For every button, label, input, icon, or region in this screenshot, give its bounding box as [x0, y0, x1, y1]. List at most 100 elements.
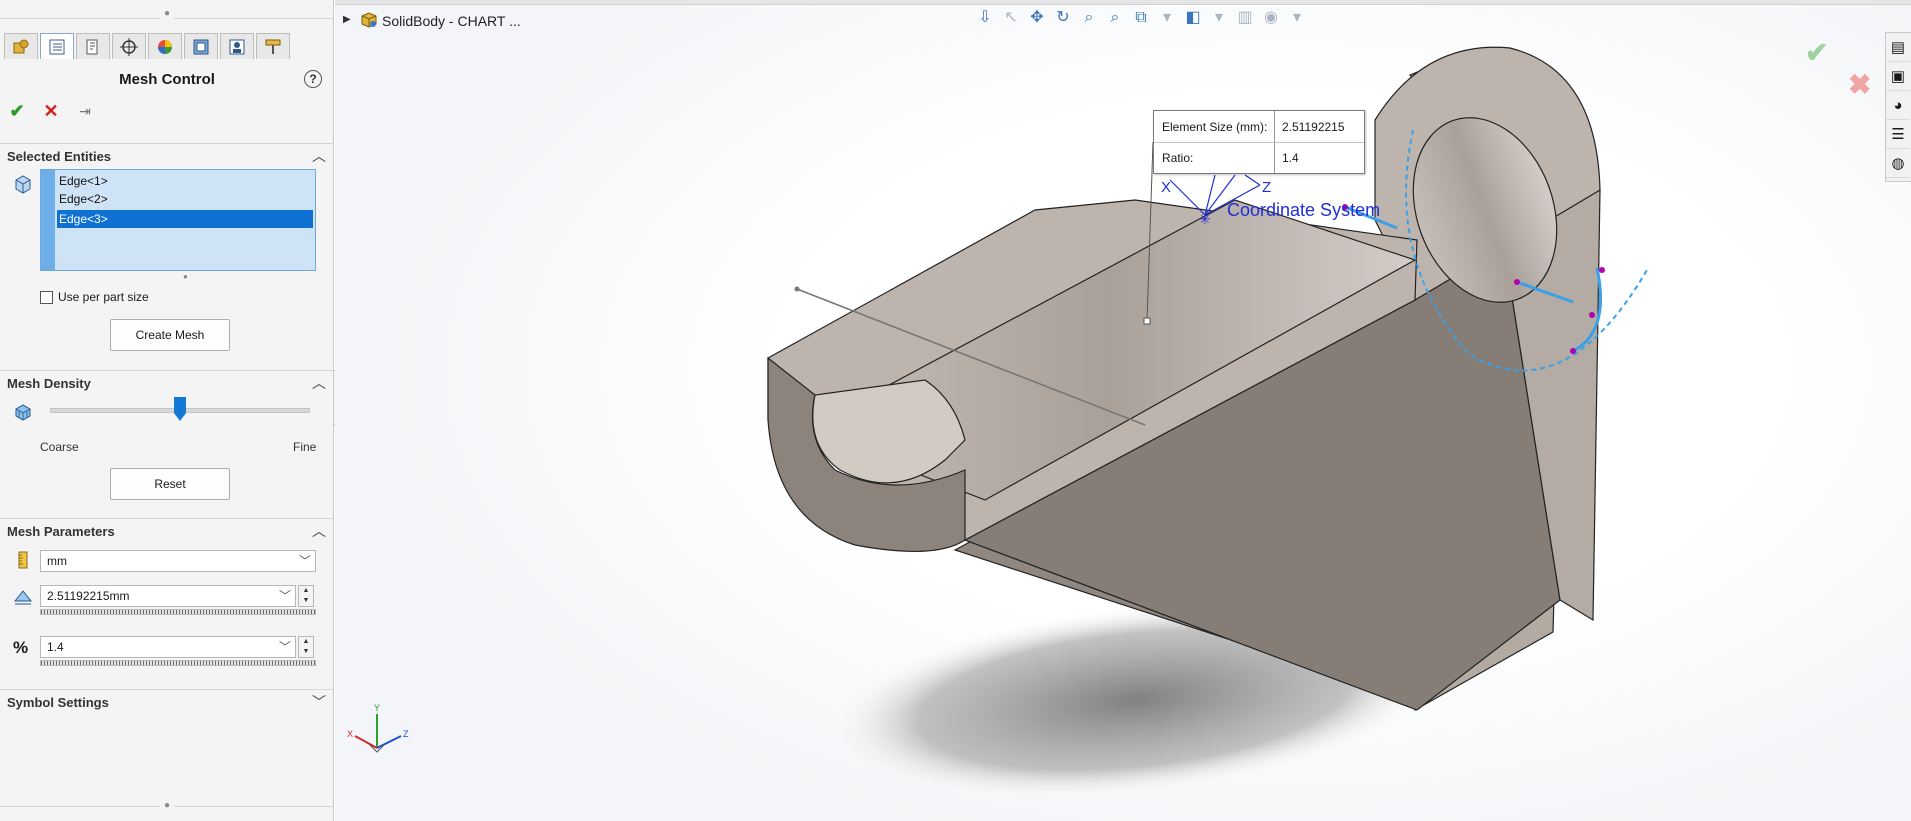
list-resize-grip[interactable]: ● [183, 272, 188, 281]
create-mesh-button[interactable]: Create Mesh [110, 319, 230, 351]
mesh-density-icon [15, 404, 31, 421]
coord-axis-x: X [1161, 179, 1171, 196]
list-item-selected[interactable]: Edge<3> [57, 210, 313, 228]
property-manager-panel: ● Mesh Control ? ✔ ✕ ⇥ Selected Entities… [0, 0, 334, 821]
panel-resize-grip-bottom[interactable]: ● [0, 800, 334, 812]
ratio-value: 1.4 [47, 640, 64, 654]
ratio-icon: % [13, 638, 29, 657]
edge-marker [1514, 279, 1520, 285]
chevron-up-icon[interactable]: ︿ [312, 373, 326, 393]
section-symbol-settings-label: Symbol Settings [7, 695, 109, 710]
mesh-parameters-callout[interactable]: Element Size (mm): 2.51192215 Ratio: 1.4 [1153, 110, 1365, 174]
callout-element-size-value[interactable]: 2.51192215 [1282, 120, 1345, 134]
element-size-thumbwheel[interactable] [40, 609, 316, 615]
tab-appearance-manager[interactable] [256, 33, 290, 59]
fine-label: Fine [293, 440, 317, 454]
ratio-stepper[interactable]: ▲ ▼ [298, 636, 314, 658]
section-mesh-density[interactable]: Mesh Density ︿ [0, 370, 334, 393]
chevron-down-icon[interactable]: ﹀ [279, 586, 291, 606]
use-per-part-size-row[interactable]: Use per part size [40, 290, 149, 304]
cam-manager-icon [193, 39, 209, 54]
color-wheel-icon [158, 39, 172, 54]
tab-feature-manager[interactable] [4, 33, 38, 59]
list-item[interactable]: Edge<1> [57, 172, 313, 190]
edge-marker [1570, 348, 1576, 354]
use-per-part-size-checkbox[interactable] [40, 290, 53, 304]
reference-triad: Y X Z [347, 703, 409, 753]
callout-element-size-label: Element Size (mm): [1162, 120, 1268, 134]
chevron-down-icon[interactable]: ﹀ [312, 692, 326, 712]
ratio-input[interactable]: 1.4 ﹀ [40, 636, 296, 658]
manager-tabs [4, 33, 330, 60]
cancel-button[interactable]: ✕ [40, 100, 62, 122]
chevron-up-icon[interactable]: ︿ [312, 146, 326, 166]
triad-y-label: Y [374, 703, 380, 713]
panel-title-row: Mesh Control ? [0, 66, 334, 94]
crosshair-icon [120, 37, 138, 56]
tab-cam-manager[interactable] [184, 33, 218, 59]
configuration-manager-icon [86, 39, 98, 54]
simulation-manager-icon [229, 39, 245, 54]
edge-marker [1589, 312, 1595, 318]
model-view[interactable]: X Z ✳ [335, 0, 1911, 821]
property-manager-icon [49, 39, 65, 54]
section-symbol-settings[interactable]: Symbol Settings ﹀ [0, 689, 334, 712]
use-per-part-size-label: Use per part size [58, 290, 149, 304]
tab-property-manager[interactable] [40, 33, 74, 59]
ratio-spinner: 1.4 ﹀ ▲ ▼ [40, 636, 316, 666]
pin-button[interactable]: ⇥ [74, 100, 96, 122]
ruler-icon [13, 550, 33, 570]
chevron-up-icon[interactable]: ︿ [312, 521, 326, 541]
element-size-spinner: 2.51192215mm ﹀ ▲ ▼ [40, 585, 316, 615]
coord-axis-z: Z [1262, 179, 1271, 196]
paint-roller-icon [265, 39, 281, 54]
panel-resize-grip-top[interactable]: ● [0, 8, 334, 28]
tab-simulation-manager[interactable] [220, 33, 254, 59]
edge-selection-icon [15, 175, 31, 194]
triad-z-label: Z [403, 729, 409, 739]
edge-marker [1599, 267, 1605, 273]
element-size-value: 2.51192215mm [47, 589, 130, 603]
axis-line-end [794, 286, 800, 292]
mesh-density-slider-thumb[interactable] [174, 397, 186, 421]
ratio-thumbwheel[interactable] [40, 660, 316, 666]
element-size-input[interactable]: 2.51192215mm ﹀ [40, 585, 296, 607]
element-size-stepper[interactable]: ▲ ▼ [298, 585, 314, 607]
chevron-down-icon[interactable]: ﹀ [299, 551, 311, 571]
confirmation-ok-icon[interactable]: ✔ [1805, 36, 1828, 69]
solidworks-resources-icon[interactable]: ◍ [1886, 149, 1910, 178]
section-selected-entities[interactable]: Selected Entities ︿ [0, 143, 334, 166]
design-library-icon[interactable]: ▤ [1886, 33, 1910, 62]
element-size-icon [13, 587, 33, 607]
list-side-bar [41, 170, 55, 270]
tab-configuration-manager[interactable] [76, 33, 110, 59]
list-item[interactable]: Edge<2> [57, 190, 313, 208]
callout-ratio-label: Ratio: [1162, 151, 1194, 165]
callout-ratio-value[interactable]: 1.4 [1282, 151, 1299, 165]
unit-select[interactable]: mm ﹀ [40, 550, 316, 572]
panel-title: Mesh Control [119, 71, 215, 88]
ok-button[interactable]: ✔ [6, 100, 28, 122]
graphics-area[interactable]: ▶ SolidBody - CHART ... ⇩ ↖ ✥ ↻ ⌕ ⌕ ⧉ ▾ … [335, 0, 1911, 821]
section-mesh-parameters-label: Mesh Parameters [7, 524, 115, 539]
confirmation-cancel-icon[interactable]: ✖ [1848, 68, 1871, 101]
tab-dimxpert-manager[interactable] [112, 33, 146, 59]
chevron-down-icon[interactable]: ﹀ [279, 637, 291, 657]
callout-row-ratio: Ratio: 1.4 [1154, 142, 1364, 172]
coarse-label: Coarse [40, 440, 79, 454]
callout-anchor [1143, 317, 1151, 325]
custom-properties-icon[interactable]: ☰ [1886, 120, 1910, 149]
tab-display-manager[interactable] [148, 33, 182, 59]
appearances-icon[interactable]: ◕ [1886, 91, 1910, 120]
reset-button[interactable]: Reset [110, 468, 230, 500]
selected-entities-list[interactable]: Edge<1> Edge<2> Edge<3> [40, 169, 316, 271]
panel-actions: ✔ ✕ ⇥ [6, 100, 96, 122]
unit-select-value: mm [47, 554, 67, 568]
help-icon[interactable]: ? [304, 70, 322, 88]
coord-origin: ✳ [1199, 211, 1211, 227]
section-mesh-parameters[interactable]: Mesh Parameters ︿ [0, 518, 334, 541]
coordinate-system-label[interactable]: Coordinate System [1227, 200, 1380, 221]
section-selected-entities-label: Selected Entities [7, 149, 112, 164]
file-explorer-icon[interactable]: ▣ [1886, 62, 1910, 91]
triad-x-label: X [347, 729, 353, 739]
